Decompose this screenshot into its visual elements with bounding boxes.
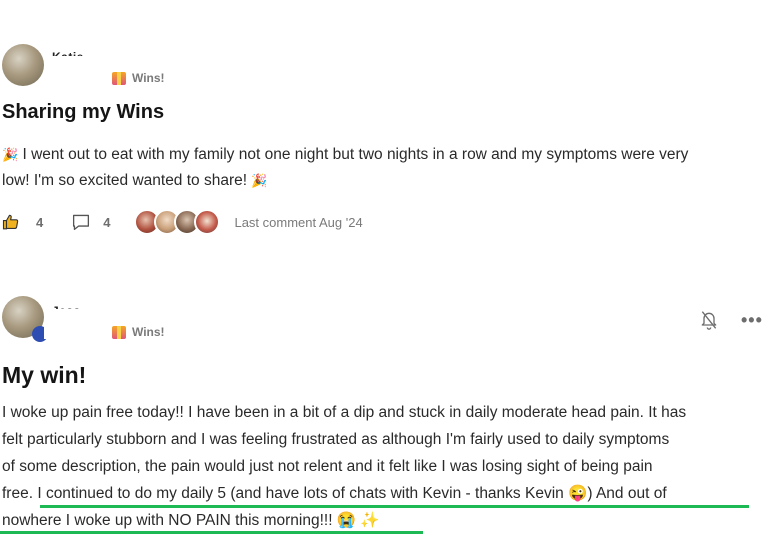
- highlighted-text: I continued to do my daily 5 (and have l…: [37, 485, 667, 502]
- body-text: I went out to eat with my family not one…: [22, 146, 689, 163]
- avatar[interactable]: [194, 209, 221, 235]
- post-body: I woke up pain free today!! I have been …: [2, 399, 762, 534]
- comment-count: 4: [103, 214, 111, 230]
- thumbs-up-icon[interactable]: [2, 213, 20, 231]
- body-text: felt particularly stubborn and I was fee…: [2, 431, 670, 448]
- bell-off-icon[interactable]: [699, 309, 719, 331]
- post-meta: 4 4 Last comment Aug '24: [2, 209, 363, 235]
- gift-icon: [112, 71, 126, 85]
- commenter-avatars: [134, 209, 221, 235]
- last-comment-date: Last comment Aug '24: [234, 214, 363, 230]
- redaction-mask: [44, 56, 104, 88]
- space-label: Wins!: [132, 71, 165, 85]
- post-title[interactable]: Sharing my Wins: [2, 101, 164, 124]
- post-title[interactable]: My win!: [2, 362, 86, 389]
- space-label: Wins!: [132, 325, 165, 339]
- body-text: low! I'm so excited wanted to share!: [2, 172, 248, 189]
- body-text: I woke up pain free today!! I have been …: [2, 404, 687, 421]
- party-popper-icon: 🎉: [2, 147, 19, 162]
- avatar[interactable]: [2, 44, 44, 86]
- post-body: 🎉 I went out to eat with my family not o…: [2, 142, 762, 194]
- space-tag[interactable]: Wins!: [112, 71, 165, 85]
- post-card: Katie Wins! Sharing my Wins 🎉 I went out…: [0, 0, 763, 260]
- comment-icon[interactable]: [71, 213, 91, 231]
- highlighted-text: nowhere I woke up with NO PAIN this morn…: [2, 512, 380, 529]
- body-text: free.: [2, 485, 38, 502]
- highlight-underline: [0, 531, 423, 534]
- redaction-mask: [44, 309, 102, 339]
- body-text: of some description, the pain would just…: [2, 458, 653, 475]
- party-popper-icon: 🎉: [251, 173, 268, 188]
- like-count: 4: [36, 214, 44, 230]
- gift-icon: [112, 325, 126, 339]
- space-tag[interactable]: Wins!: [112, 325, 165, 339]
- post-card: Jess Wins! ••• My win! I woke up pain fr…: [0, 288, 763, 554]
- highlight-underline: [40, 505, 749, 508]
- more-horizontal-icon[interactable]: •••: [741, 310, 763, 331]
